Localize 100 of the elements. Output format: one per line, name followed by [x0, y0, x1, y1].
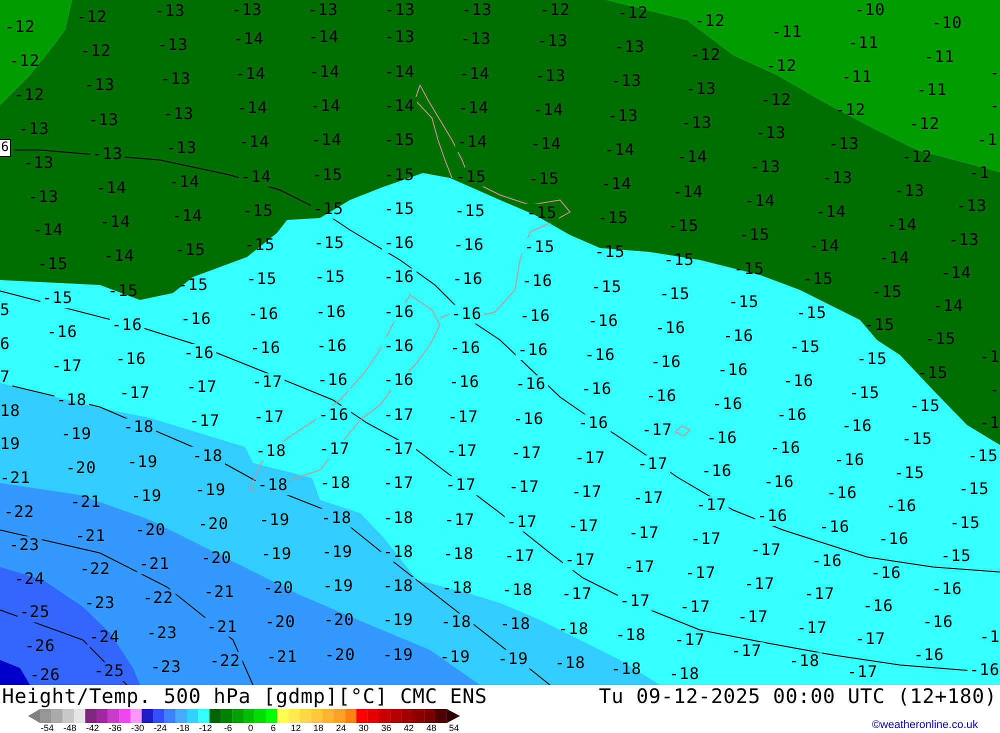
temperature-label: -14 [744, 191, 776, 211]
temperature-label: -14 [601, 174, 632, 194]
temperature-label: -14 [384, 62, 415, 82]
temperature-label: -16 [384, 336, 414, 356]
temperature-label: -15 [728, 292, 759, 312]
temperature-label: -15 [314, 233, 344, 254]
temperature-label: -15 [175, 240, 206, 260]
temperature-label: -14 [533, 100, 564, 120]
temperature-label: -17 [731, 641, 762, 662]
temperature-label: -12 [690, 45, 721, 66]
temperature-label: -16 [452, 269, 483, 290]
temperature-label: -16 [650, 352, 682, 372]
temperature-label: -17 [186, 377, 217, 398]
temperature-label: -12 [909, 114, 940, 134]
temperature-label: -18 [558, 618, 589, 639]
temperature-label: -13 [614, 37, 645, 58]
temperature-label: -17 [620, 590, 650, 611]
temperature-label: -20 [324, 610, 354, 630]
temperature-label: -13 [535, 66, 566, 86]
temperature-label: -17 [383, 438, 414, 459]
temperature-label: -17 [384, 404, 414, 425]
temperature-label: -13 [756, 123, 786, 144]
temperature-label: -18 [500, 614, 530, 634]
temperature-label: -16 [922, 612, 954, 632]
temperature-label: -17 [750, 540, 782, 560]
temperature-label: -15 [849, 382, 880, 403]
temperature-label: -16 [450, 338, 481, 358]
temperature-label: -18 [502, 580, 533, 600]
temperature-label: -13 [682, 113, 712, 134]
temperature-label: -18 [442, 578, 472, 598]
temperature-label: -17 [796, 618, 828, 638]
temperature-label: -13 [384, 27, 415, 48]
temperature-label: -19 [127, 452, 158, 472]
temperature-label: -15 [528, 168, 560, 188]
temperature-label: -13 [232, 0, 262, 20]
temperature-label: -17 [508, 477, 540, 498]
temperature-label: -16 [184, 343, 214, 363]
chart-title: Height/Temp. 500 hPa [gdmp][°C] CMC ENS [2, 684, 488, 708]
temperature-label: -15 [894, 462, 924, 483]
temperature-label: -19 [195, 480, 226, 500]
temperature-label: -21 [70, 492, 101, 512]
temperature-label: -14 [457, 132, 488, 152]
temperature-label: 18 [0, 400, 20, 421]
temperature-label: -18 [258, 475, 288, 496]
temperature-label: -16 [783, 370, 814, 391]
temperature-label: - [990, 380, 1000, 400]
temperature-label: -12 [76, 7, 108, 27]
temperature-label: -14 [459, 64, 490, 84]
temperature-label: -13 [154, 1, 186, 21]
temperature-label: -11 [772, 22, 802, 42]
temperature-label: -15 [872, 282, 902, 302]
temperature-label: -14 [886, 214, 918, 235]
temperature-label: -16 [862, 596, 894, 616]
temperature-label: -14 [604, 140, 635, 160]
temperature-label: -13 [538, 31, 568, 52]
contour-value-label: 6 [0, 139, 11, 157]
scale-label: 6 [270, 723, 277, 733]
temperature-label: -15 [38, 254, 68, 274]
temperature-label: -16 [757, 506, 788, 526]
temperature-label: -16 [842, 416, 872, 436]
temperature-label: -15 [790, 337, 820, 357]
temperature-label: -17 [562, 584, 592, 604]
temperature-label: -17 [52, 356, 82, 376]
temperature-label: -19 [323, 576, 354, 596]
temperature-label: -16 [770, 438, 801, 458]
temperature-label: -14 [677, 147, 708, 168]
temperature-label: -16 [712, 394, 743, 414]
temperature-label: -19 [382, 644, 414, 665]
credit-link[interactable]: ©weatheronline.co.uk [872, 719, 978, 731]
scale-label: 48 [425, 723, 438, 733]
scale-label: 18 [312, 723, 324, 733]
temperature-label: -16 [588, 310, 618, 331]
temperature-label: -13 [822, 168, 853, 188]
scale-label: 24 [335, 723, 348, 733]
temperature-label: -13 [956, 196, 987, 216]
scale-label: -48 [62, 723, 78, 733]
temperature-label: -15 [950, 512, 980, 532]
temperature-label: -16 [318, 404, 349, 425]
temperature-label: -14 [308, 27, 339, 48]
temperature-label: -15 [454, 200, 486, 221]
temperature-label: -20 [324, 644, 356, 665]
temperature-label: -14 [310, 96, 341, 116]
temperature-label: -18 [383, 542, 414, 562]
scale-label: -12 [198, 723, 213, 733]
temperature-label: -16 [250, 338, 281, 358]
temperature-label: -13 [18, 118, 50, 139]
temperature-label: -18 [441, 612, 472, 632]
temperature-label: -15 [591, 276, 622, 297]
temperature-label: -17 [638, 454, 668, 474]
temperature-label: -16 [384, 267, 414, 288]
scale-label: 12 [290, 723, 302, 733]
temperature-label: -15 [598, 208, 628, 228]
temperature-label: -13 [948, 230, 980, 250]
temperature-label: -15 [856, 349, 888, 369]
temperature-label: -26 [30, 665, 60, 685]
scale-label: 54 [448, 723, 460, 733]
temperature-label: -22 [210, 650, 240, 671]
temperature-label: -13 [160, 69, 191, 90]
temperature-label: -12 [618, 3, 648, 23]
temperature-label: -14 [169, 172, 200, 192]
